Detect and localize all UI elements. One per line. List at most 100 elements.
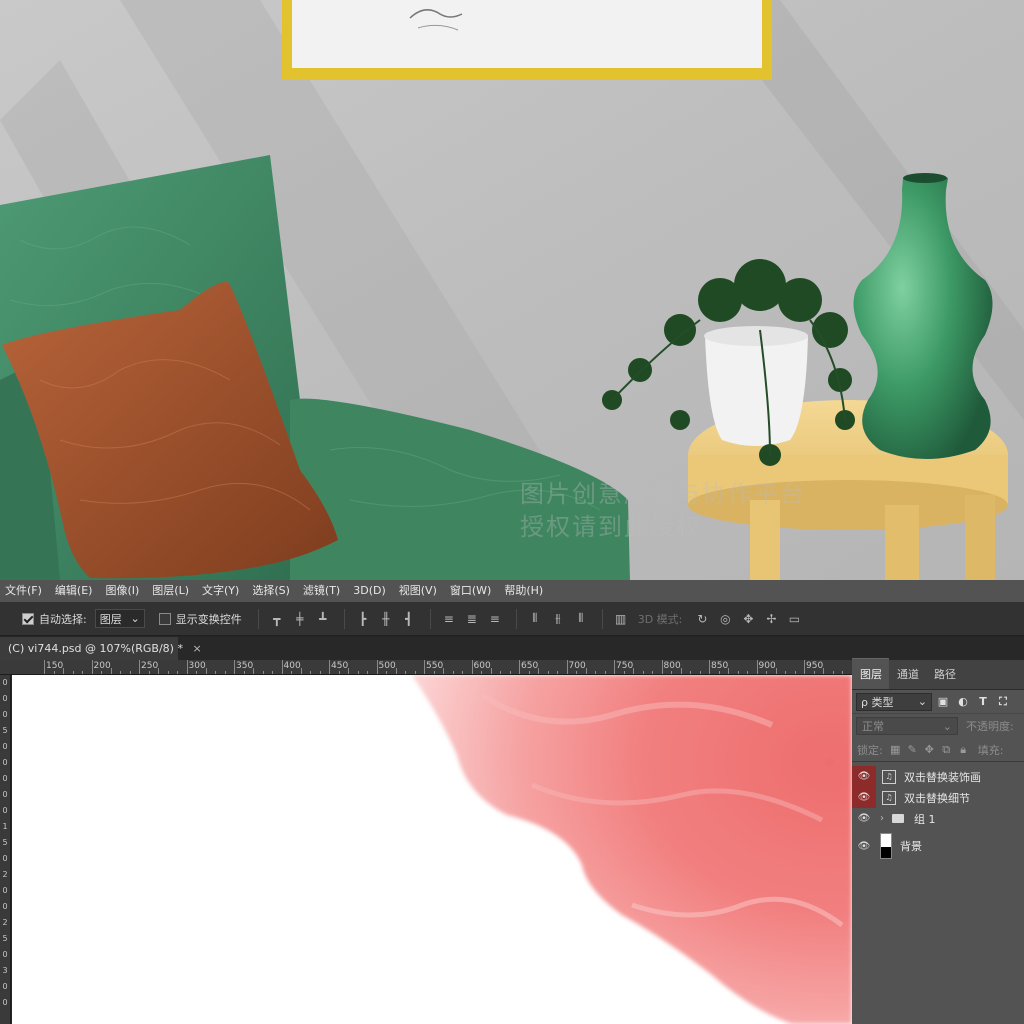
lock-artboard-icon[interactable]: ⧉ — [938, 742, 955, 758]
ruler-minor-tick — [576, 671, 577, 674]
distribute-left-icon[interactable]: ⫴ — [525, 609, 545, 629]
watercolor-artwork — [412, 675, 852, 1024]
menu-item[interactable]: 窗口(W) — [445, 580, 499, 602]
ruler-label: 3 — [2, 966, 8, 975]
toolbar-divider — [257, 608, 259, 629]
ruler-tick — [44, 660, 45, 674]
ruler-minor-tick — [319, 671, 321, 674]
align-left-icon[interactable]: ┣ — [353, 609, 373, 629]
menu-item[interactable]: 图像(I) — [100, 580, 147, 602]
folder-icon — [892, 814, 904, 823]
align-vertical-center-icon[interactable]: ╪ — [290, 609, 310, 629]
ruler-label: 350 — [236, 661, 254, 671]
ruler-label: 550 — [426, 661, 444, 671]
vertical-ruler[interactable]: 0 0 0 5 0 0 0 0 0 1 5 0 2 0 0 2 5 0 3 0 0 — [0, 675, 11, 1024]
orbit-3d-icon[interactable]: ↻ — [692, 609, 712, 629]
auto-select-checkbox[interactable] — [22, 612, 34, 625]
visibility-eye-icon[interactable]: 👁︎ — [852, 766, 876, 787]
ruler-minor-tick — [766, 671, 767, 674]
ruler-label: 450 — [331, 661, 349, 671]
menu-item[interactable]: 编辑(E) — [50, 580, 101, 602]
menu-item[interactable]: 图层(L) — [147, 580, 197, 602]
drag-3d-icon[interactable]: ✥ — [738, 609, 758, 629]
visibility-eye-icon[interactable]: 👁︎ — [852, 829, 876, 863]
ruler-minor-tick — [557, 671, 558, 674]
lock-all-icon[interactable]: 🔒︎ — [955, 742, 972, 758]
menu-item[interactable]: 视图(V) — [394, 580, 445, 602]
panel-tab[interactable]: 通道 — [889, 666, 926, 689]
align-right-icon[interactable]: ┫ — [399, 609, 419, 629]
distribute-horizontal-center-icon[interactable]: ⫵ — [548, 609, 568, 629]
ruler-minor-tick — [357, 671, 359, 674]
layer-row[interactable]: 👁︎ › 组 1 — [852, 808, 1024, 829]
shape-layer-filter-icon[interactable]: ⛶ — [994, 693, 1012, 711]
ruler-minor-tick — [129, 671, 131, 674]
layer-row[interactable]: 👁︎ ♫ 双击替换装饰画 — [852, 766, 1024, 787]
auto-select-label: 自动选择: — [39, 612, 87, 626]
layer-row[interactable]: 👁︎ 背景 — [852, 829, 1024, 863]
type-layer-filter-icon[interactable]: T — [974, 693, 992, 711]
pixel-layer-filter-icon[interactable]: ▣ — [934, 693, 952, 711]
ruler-label: 900 — [758, 661, 776, 671]
ruler-minor-tick — [148, 671, 150, 674]
show-transform-checkbox[interactable] — [158, 612, 171, 625]
document-canvas[interactable] — [12, 675, 852, 1024]
align-top-icon[interactable]: ┳ — [267, 609, 287, 629]
distribute-top-icon[interactable]: ≡ — [439, 609, 459, 629]
roll-3d-icon[interactable]: ◎ — [715, 609, 735, 629]
ruler-minor-tick — [642, 671, 644, 674]
ruler-minor-tick — [82, 671, 83, 674]
distribute-vertical-center-icon[interactable]: ≣ — [462, 609, 482, 629]
menu-item[interactable]: 3D(D) — [348, 580, 394, 602]
visibility-eye-icon[interactable]: 👁︎ — [852, 808, 876, 829]
interior-illustration — [0, 0, 1024, 580]
ruler-tick — [186, 660, 188, 674]
smart-object-icon: ♫ — [882, 769, 896, 784]
lock-transparent-pixels-icon[interactable]: ▦ — [887, 742, 904, 758]
ruler-tick — [234, 660, 235, 674]
menu-item[interactable]: 文件(F) — [0, 580, 50, 602]
blend-mode-dropdown[interactable]: 正常 ⌄ — [856, 717, 958, 735]
auto-select-target-dropdown[interactable]: 图层 ⌄ — [94, 609, 145, 628]
distribute-right-icon[interactable]: ⫴ — [571, 609, 591, 629]
lock-image-pixels-icon[interactable]: ✎ — [904, 742, 921, 758]
panel-tab[interactable]: 路径 — [926, 666, 963, 689]
layer-filter-dropdown[interactable]: ρ 类型 ⌄ — [856, 692, 932, 711]
ruler-minor-tick — [224, 671, 226, 674]
document-tab[interactable]: (C) vi744.psd @ 107%(RGB/8) * × — [0, 637, 202, 660]
chevron-right-icon[interactable]: › — [880, 813, 890, 824]
align-horizontal-center-icon[interactable]: ╫ — [376, 609, 396, 629]
ruler-minor-tick — [832, 671, 834, 674]
ruler-minor-tick — [794, 671, 796, 674]
ruler-tick — [281, 660, 283, 674]
ruler-minor-tick — [433, 671, 435, 674]
ruler-label: 600 — [473, 661, 491, 671]
chevron-down-icon: ⌄ — [917, 695, 927, 708]
panel-tab[interactable]: 图层 — [852, 658, 889, 689]
fill-label: 填充: — [977, 743, 1004, 757]
horizontal-ruler[interactable]: 150 200 250 300 350 400 450 500 550 600 650 700 750 8… — [0, 660, 852, 675]
distribute-bottom-icon[interactable]: ≡ — [485, 609, 505, 629]
close-icon[interactable]: × — [192, 642, 201, 655]
lock-position-icon[interactable]: ✥ — [921, 742, 938, 758]
auto-align-layers-icon[interactable]: ▥ — [611, 609, 631, 629]
ruler-minor-tick — [623, 671, 625, 674]
ruler-minor-tick — [310, 671, 311, 674]
slide-3d-icon[interactable]: ✢ — [761, 609, 781, 629]
menu-item[interactable]: 滤镜(T) — [298, 580, 348, 602]
menu-item[interactable]: 文字(Y) — [197, 580, 247, 602]
align-bottom-icon[interactable]: ┻ — [313, 609, 333, 629]
ruler-minor-tick — [737, 671, 739, 674]
menu-item[interactable]: 帮助(H) — [499, 580, 551, 602]
visibility-eye-icon[interactable]: 👁︎ — [852, 787, 876, 808]
blend-mode-value: 正常 — [862, 720, 884, 733]
scale-3d-icon[interactable]: ▭ — [784, 609, 804, 629]
layer-filter-value: ρ 类型 — [861, 695, 894, 709]
menu-item[interactable]: 选择(S) — [247, 580, 298, 602]
ruler-minor-tick — [243, 671, 245, 674]
ruler-minor-tick — [547, 671, 549, 674]
layers-panel: 图层 通道 路径 ρ 类型 ⌄ ▣ ◐ T ⛶ 正常 ⌄ 不透明度: 锁定: ▦ ✎… — [852, 658, 1024, 1024]
ruler-label: 950 — [806, 661, 824, 671]
layer-row[interactable]: 👁︎ ♫ 双击替换细节 — [852, 787, 1024, 808]
adjustment-layer-filter-icon[interactable]: ◐ — [954, 693, 972, 711]
